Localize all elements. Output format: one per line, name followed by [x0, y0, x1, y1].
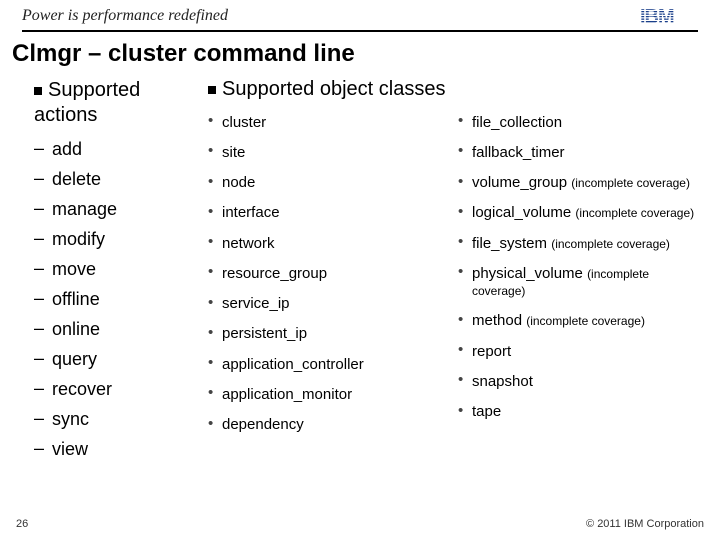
banner: Power is performance redefined IBM	[0, 0, 720, 30]
supported-actions-section: Supported actions add delete manage modi…	[34, 78, 208, 464]
svg-text:IBM: IBM	[640, 6, 674, 26]
list-item: cluster	[208, 107, 450, 137]
copyright: © 2011 IBM Corporation	[586, 518, 704, 530]
list-item: online	[34, 314, 208, 344]
actions-heading-text: Supported actions	[34, 79, 140, 126]
page-title: Clmgr – cluster command line	[0, 32, 720, 78]
square-bullet-icon	[34, 87, 42, 95]
list-item: physical_volume (incomplete coverage)	[458, 258, 700, 306]
note: (incomplete coverage)	[571, 176, 690, 190]
note: (incomplete coverage)	[526, 314, 645, 328]
list-item: report	[458, 336, 700, 366]
content: Supported actions add delete manage modi…	[0, 78, 720, 464]
tagline: Power is performance redefined	[22, 7, 228, 25]
list-item: sync	[34, 404, 208, 434]
list-item: resource_group	[208, 258, 450, 288]
list-item: add	[34, 134, 208, 164]
list-item: tape	[458, 397, 700, 427]
actions-heading: Supported actions	[34, 78, 208, 128]
list-item: method (incomplete coverage)	[458, 306, 700, 336]
list-item: site	[208, 137, 450, 167]
note: (incomplete coverage)	[575, 206, 694, 220]
actions-list: add delete manage modify move offline on…	[34, 134, 208, 464]
list-item: file_system (incomplete coverage)	[458, 228, 700, 258]
classes-heading: Supported object classes	[208, 78, 700, 101]
list-item: delete	[34, 164, 208, 194]
list-item: modify	[34, 224, 208, 254]
list-item: interface	[208, 198, 450, 228]
list-item: volume_group (incomplete coverage)	[458, 168, 700, 198]
ibm-logo: IBM	[640, 6, 698, 26]
list-item: move	[34, 254, 208, 284]
list-item: manage	[34, 194, 208, 224]
list-item: file_collection	[458, 107, 700, 137]
list-item: network	[208, 228, 450, 258]
classes-col2: file_collection fallback_timer volume_gr…	[458, 107, 700, 440]
classes-col1: cluster site node interface network reso…	[208, 107, 450, 440]
classes-heading-text: Supported object classes	[222, 78, 445, 100]
note: (incomplete coverage)	[551, 237, 670, 251]
list-item: service_ip	[208, 289, 450, 319]
page-number: 26	[16, 518, 28, 530]
list-item: logical_volume (incomplete coverage)	[458, 198, 700, 228]
square-bullet-icon	[208, 86, 216, 94]
list-item: view	[34, 434, 208, 464]
list-item: application_controller	[208, 349, 450, 379]
list-item: snapshot	[458, 366, 700, 396]
list-item: offline	[34, 284, 208, 314]
supported-classes-section: Supported object classes cluster site no…	[208, 78, 700, 464]
list-item: query	[34, 344, 208, 374]
list-item: node	[208, 168, 450, 198]
list-item: fallback_timer	[458, 137, 700, 167]
list-item: dependency	[208, 410, 450, 440]
list-item: application_monitor	[208, 379, 450, 409]
list-item: recover	[34, 374, 208, 404]
list-item: persistent_ip	[208, 319, 450, 349]
